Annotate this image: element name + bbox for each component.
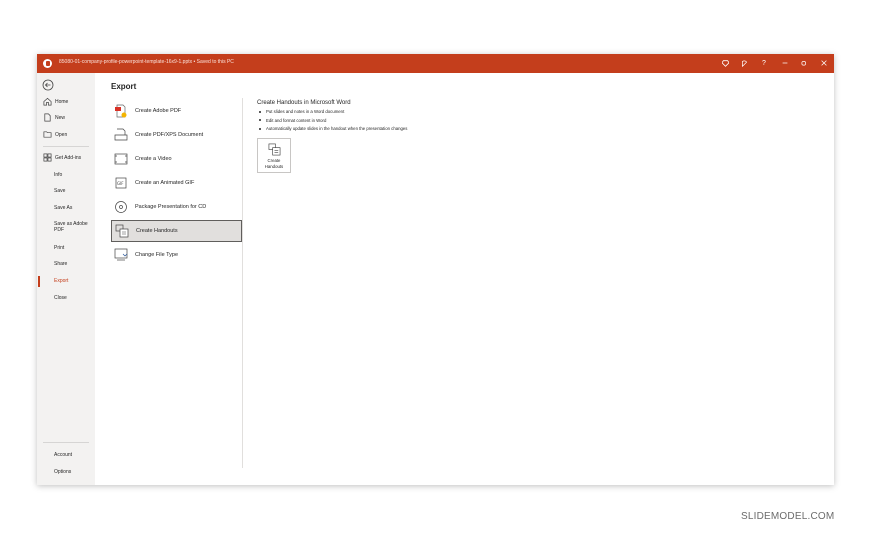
panel-divider xyxy=(242,98,243,468)
new-document-icon xyxy=(44,113,51,122)
handouts-icon xyxy=(268,143,280,156)
pen-icon[interactable] xyxy=(737,57,751,70)
option-package-for-cd[interactable]: Package Presentation for CD xyxy=(111,196,241,217)
handouts-icon xyxy=(115,224,129,238)
detail-bullets: Put slides and notes in a Word document … xyxy=(259,109,407,135)
option-label: Package Presentation for CD xyxy=(135,203,207,210)
gif-icon: GIF xyxy=(115,177,127,188)
nav-save-as[interactable]: Save As xyxy=(54,201,104,214)
document-title: 85080-01-company-profile-powerpoint-temp… xyxy=(59,59,234,65)
option-label: Create Handouts xyxy=(136,228,178,234)
back-arrow-icon[interactable] xyxy=(42,78,54,91)
nav-print[interactable]: Print xyxy=(54,241,104,254)
nav-close[interactable]: Close xyxy=(54,291,104,304)
option-create-adobe-pdf[interactable]: Create Adobe PDF xyxy=(111,100,241,121)
svg-text:GIF: GIF xyxy=(117,181,124,186)
option-label: Create Adobe PDF xyxy=(135,107,182,114)
option-label: Create PDF/XPS Document xyxy=(135,131,204,138)
bullet-item: Edit and format content in Word xyxy=(259,118,407,127)
watermark: SLIDEMODEL.COM xyxy=(741,511,835,522)
nav-new-label: New xyxy=(55,114,66,121)
page-title: Export xyxy=(111,82,137,91)
nav-home-label: Home xyxy=(55,98,69,105)
nav-save[interactable]: Save xyxy=(54,184,104,197)
title-bar: 85080-01-company-profile-powerpoint-temp… xyxy=(37,54,834,73)
folder-open-icon xyxy=(43,131,52,138)
option-label: Create a Video xyxy=(135,155,172,162)
diamond-icon[interactable] xyxy=(718,57,732,70)
nav-account[interactable]: Account xyxy=(54,448,104,461)
option-label: Change File Type xyxy=(135,251,179,258)
backstage-nav: Home New Open Get Add-ins Info Save Save… xyxy=(37,73,95,485)
nav-options[interactable]: Options xyxy=(54,465,104,478)
create-handouts-button[interactable]: Create Handouts xyxy=(257,138,291,173)
minimize-icon[interactable] xyxy=(778,57,792,70)
close-icon[interactable] xyxy=(817,57,831,70)
bullet-item: Automatically update slides in the hando… xyxy=(259,126,407,135)
bullet-item: Put slides and notes in a Word document xyxy=(259,109,407,118)
nav-share[interactable]: Share xyxy=(54,257,104,270)
nav-divider-bottom xyxy=(43,442,89,443)
file-type-icon xyxy=(114,248,128,260)
option-create-pdf-xps[interactable]: Create PDF/XPS Document xyxy=(111,124,241,145)
option-create-handouts[interactable]: Create Handouts xyxy=(111,220,242,242)
option-create-video[interactable]: Create a Video xyxy=(111,148,241,169)
add-ins-icon xyxy=(43,153,52,162)
pdf-xps-icon xyxy=(114,128,128,140)
option-label: Create an Animated GIF xyxy=(135,179,195,186)
option-change-file-type[interactable]: Change File Type xyxy=(111,244,241,265)
nav-get-add-ins-label: Get Add-ins xyxy=(55,154,82,161)
nav-save-as-adobe-pdf[interactable]: Save as Adobe PDF xyxy=(54,218,90,235)
active-indicator xyxy=(38,276,40,287)
adobe-pdf-icon xyxy=(115,104,127,117)
nav-open[interactable]: Open xyxy=(43,128,93,141)
nav-divider xyxy=(43,146,89,147)
help-icon[interactable]: ? xyxy=(757,57,771,70)
nav-new[interactable]: New xyxy=(43,111,93,124)
home-icon xyxy=(43,97,52,106)
restore-icon[interactable] xyxy=(797,57,811,70)
option-create-animated-gif[interactable]: GIF Create an Animated GIF xyxy=(111,172,241,193)
cd-icon xyxy=(115,200,127,213)
nav-home[interactable]: Home xyxy=(43,95,93,108)
video-icon xyxy=(114,153,128,164)
nav-info[interactable]: Info xyxy=(54,168,104,181)
powerpoint-window: 85080-01-company-profile-powerpoint-temp… xyxy=(37,54,834,485)
nav-open-label: Open xyxy=(55,131,68,138)
detail-title: Create Handouts in Microsoft Word xyxy=(257,100,351,106)
button-label-line2: Handouts xyxy=(264,163,284,169)
powerpoint-app-icon xyxy=(43,59,52,68)
nav-export[interactable]: Export xyxy=(54,274,104,287)
nav-get-add-ins[interactable]: Get Add-ins xyxy=(43,151,93,164)
